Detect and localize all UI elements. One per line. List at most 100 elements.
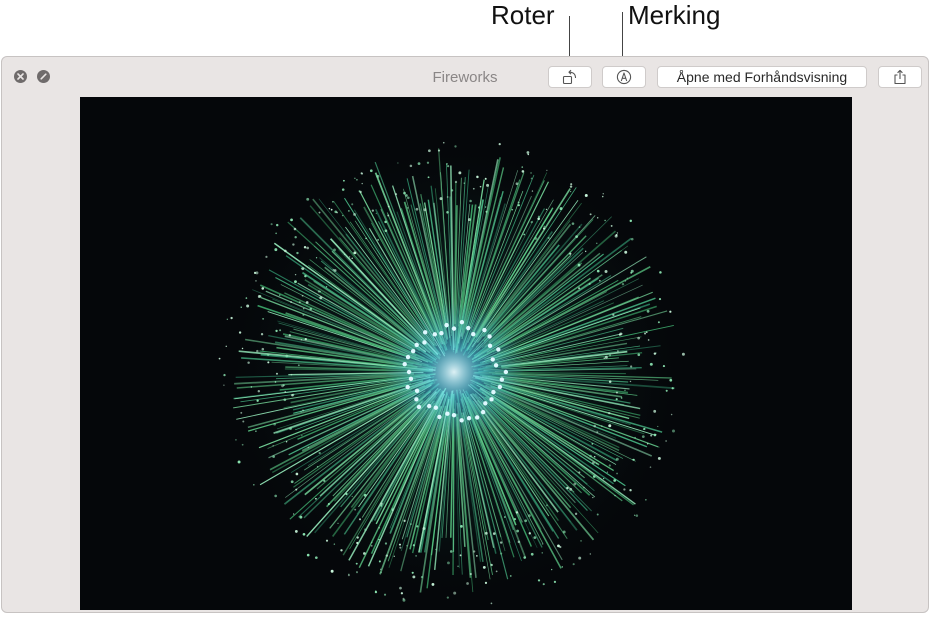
outer-sparkle (245, 297, 248, 299)
outer-sparkle (503, 516, 506, 518)
fullscreen-button[interactable] (37, 70, 50, 83)
outer-sparkle (495, 570, 498, 573)
outer-sparkle (371, 541, 373, 544)
outer-sparkle (288, 334, 291, 337)
rotate-left-icon (562, 69, 577, 85)
outer-sparkle (658, 298, 662, 301)
outer-sparkle (343, 179, 345, 182)
outer-sparkle (612, 313, 615, 316)
outer-sparkle (223, 384, 225, 386)
outer-sparkle (551, 568, 553, 571)
outer-sparkle (583, 486, 585, 489)
markup-button[interactable] (602, 66, 646, 88)
outer-sparkle (426, 161, 430, 164)
outer-sparkle (653, 409, 657, 413)
outer-sparkle (530, 177, 533, 180)
outer-sparkle (303, 246, 307, 249)
outer-sparkle (634, 436, 636, 439)
outer-sparkle (294, 236, 297, 239)
outer-sparkle (446, 196, 449, 198)
outer-sparkle (266, 353, 270, 357)
outer-sparkle (276, 223, 279, 227)
outer-sparkle (589, 454, 592, 458)
outer-sparkle (384, 229, 388, 233)
outer-sparkle (665, 389, 668, 392)
outer-sparkle (409, 164, 413, 168)
rotate-button[interactable] (548, 66, 592, 88)
outer-sparkle (561, 566, 563, 568)
outer-sparkle (672, 429, 675, 433)
outer-sparkle (364, 528, 367, 532)
outer-sparkle (261, 287, 265, 290)
outer-sparkle (657, 456, 661, 460)
outer-sparkle (417, 162, 421, 166)
outer-sparkle (613, 479, 617, 482)
rotate-callout-label: Roter (491, 0, 555, 30)
outer-sparkle (646, 309, 650, 313)
outer-sparkle (423, 208, 427, 212)
outer-sparkle (572, 563, 575, 566)
image-preview (80, 97, 852, 610)
outer-sparkle (378, 538, 380, 541)
outer-sparkle (294, 273, 297, 276)
outer-sparkle (524, 519, 528, 523)
outer-sparkle (453, 591, 457, 595)
inner-sparkle (414, 397, 419, 402)
outer-sparkle (253, 484, 255, 486)
outer-sparkle (513, 518, 517, 521)
outer-sparkle (361, 182, 363, 185)
outer-sparkle (570, 183, 573, 186)
outer-sparkle (637, 353, 641, 357)
outer-sparkle (406, 544, 408, 547)
outer-sparkle (657, 425, 659, 428)
outer-sparkle (681, 352, 685, 356)
outer-sparkle (634, 514, 636, 516)
outer-sparkle (333, 543, 336, 545)
inner-sparkle (439, 331, 444, 336)
outer-sparkle (662, 365, 666, 368)
outer-sparkle (537, 215, 540, 218)
outer-sparkle (309, 307, 313, 311)
outer-sparkle (643, 332, 647, 335)
outer-sparkle (387, 214, 390, 217)
outer-sparkle (542, 227, 546, 230)
inner-sparkle (490, 357, 495, 362)
outer-sparkle (250, 386, 253, 388)
inner-sparkle (427, 403, 432, 409)
inner-sparkle (422, 330, 428, 335)
outer-sparkle (275, 232, 277, 235)
inner-sparkle (493, 363, 499, 368)
inner-sparkle (483, 401, 488, 406)
outer-sparkle (615, 457, 619, 461)
outer-sparkle (241, 443, 244, 446)
outer-sparkle (307, 446, 309, 449)
inner-sparkle (487, 343, 493, 349)
outer-sparkle (606, 471, 609, 473)
quicklook-window: Fireworks Åpne med Forhåndsvisning (1, 56, 929, 613)
outer-sparkle (358, 518, 362, 521)
outer-sparkle (235, 439, 237, 441)
outer-sparkle (304, 337, 307, 341)
outer-sparkle (596, 513, 599, 516)
open-with-preview-button[interactable]: Åpne med Forhåndsvisning (657, 66, 867, 88)
outer-sparkle (615, 391, 618, 394)
outer-sparkle (348, 256, 351, 258)
outer-sparkle (665, 440, 667, 442)
inner-sparkle (489, 397, 494, 402)
share-button[interactable] (878, 66, 922, 88)
outer-sparkle (437, 149, 441, 152)
outer-sparkle (515, 511, 519, 514)
outer-sparkle (304, 274, 307, 278)
close-button[interactable] (14, 70, 27, 83)
outer-sparkle (398, 543, 401, 546)
outer-sparkle (282, 384, 285, 387)
outer-sparkle (477, 206, 481, 209)
outer-sparkle (255, 280, 257, 282)
outer-sparkle (300, 267, 303, 270)
outer-sparkle (630, 365, 633, 368)
inner-sparkle (503, 369, 509, 375)
outer-sparkle (457, 565, 459, 568)
outer-sparkle (273, 422, 276, 426)
outer-sparkle (447, 164, 450, 168)
outer-sparkle (403, 191, 406, 195)
